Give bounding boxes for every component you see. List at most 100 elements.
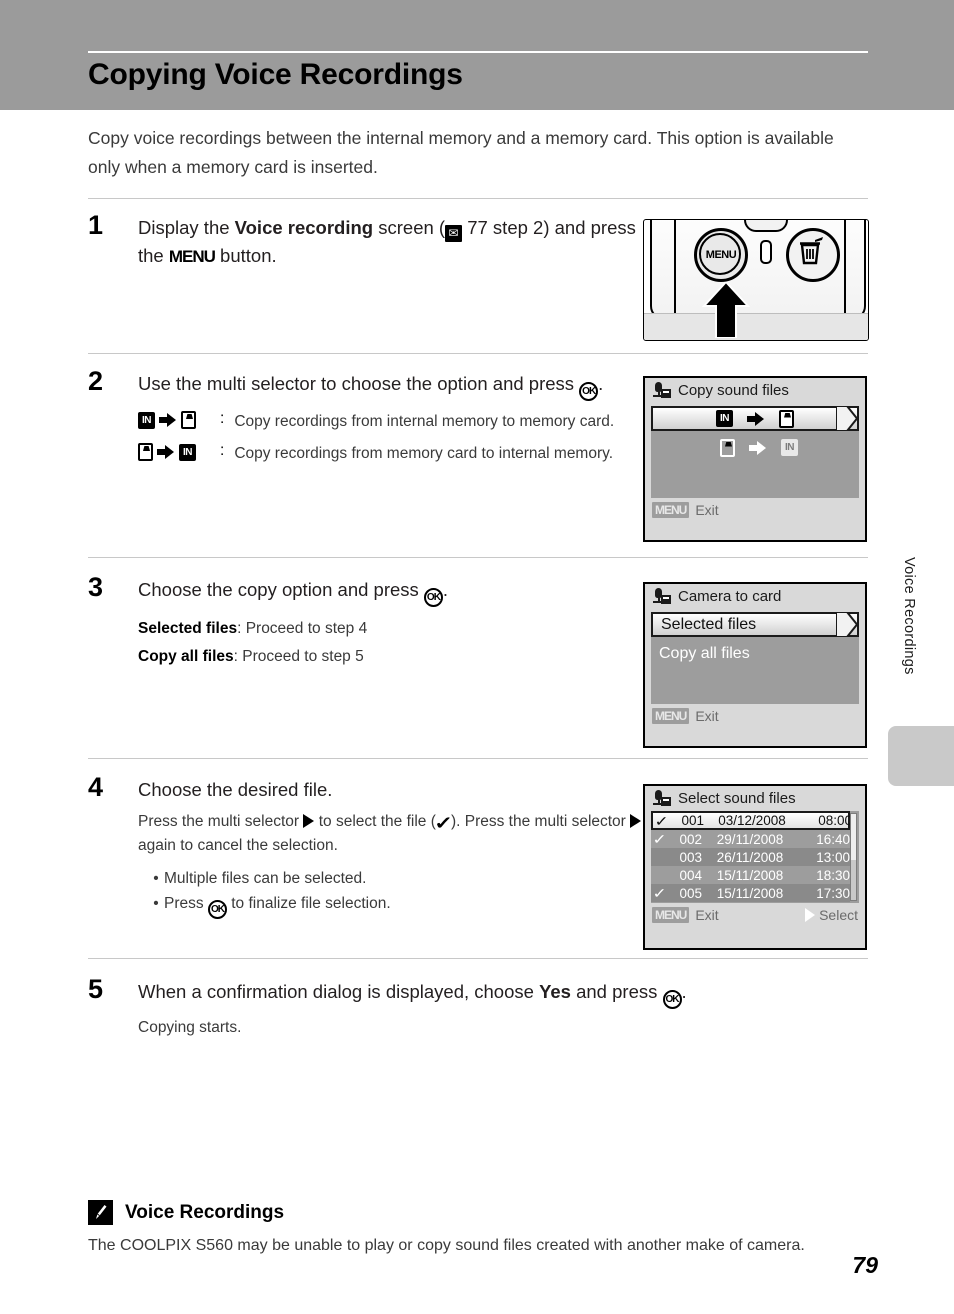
step-2-option-card-to-in: IN : Copy recordings from memory card to… bbox=[138, 442, 648, 465]
step-5-text: When a confirmation dialog is displayed,… bbox=[138, 978, 918, 1009]
option-key-in-to-card: IN bbox=[138, 410, 224, 429]
file-date: 29/11/2008 bbox=[716, 831, 784, 847]
bullet-dot-icon: • bbox=[153, 870, 159, 887]
step-1-text-a: Display the bbox=[138, 217, 235, 238]
step-2-option-in-to-card: IN : Copy recordings from internal memor… bbox=[138, 410, 648, 433]
lcd-footer-select-label: Select bbox=[819, 907, 858, 923]
lcd-title-bar: Camera to card bbox=[645, 584, 865, 609]
page-reference-icon: ✉ bbox=[445, 225, 463, 242]
step-3-line-copy-all-files: Copy all files: Proceed to step 5 bbox=[138, 645, 648, 669]
file-number: 005 bbox=[679, 885, 702, 901]
file-date: 03/12/2008 bbox=[718, 813, 786, 828]
lcd-title-text: Camera to card bbox=[678, 588, 782, 605]
lcd-camera-to-card: Camera to card Selected files Copy all f… bbox=[643, 582, 867, 748]
step-1-text-e: button. bbox=[214, 245, 277, 266]
file-row[interactable]: 004 15/11/2008 18:30 bbox=[651, 866, 850, 884]
file-time: 18:30 bbox=[816, 867, 850, 883]
page-title: Copying Voice Recordings bbox=[88, 58, 463, 91]
step-5: 5 When a confirmation dialog is displaye… bbox=[88, 974, 868, 1040]
divider-step4 bbox=[88, 758, 868, 759]
step-4-body-d: again to cancel the selection. bbox=[138, 837, 338, 854]
lcd-menu-panel: Selected files Copy all files bbox=[651, 612, 859, 704]
step-4-bullet-2-text-b: to finalize file selection. bbox=[226, 895, 391, 912]
option-desc-in-to-card: Copy recordings from internal memory to … bbox=[234, 413, 615, 430]
menu-chip-icon: MENU bbox=[652, 708, 690, 724]
indicator-lamp bbox=[760, 240, 772, 264]
delete-trash-button bbox=[786, 228, 840, 282]
step-5-text-a: When a confirmation dialog is displayed,… bbox=[138, 981, 540, 1002]
ok-button-icon: OK bbox=[423, 588, 443, 607]
step-4-number: 4 bbox=[88, 772, 104, 802]
step-5-sub: Copying starts. bbox=[138, 1019, 242, 1036]
scrollbar-thumb[interactable] bbox=[851, 814, 856, 860]
header-band bbox=[0, 0, 954, 110]
file-list-scrollbar[interactable] bbox=[850, 813, 857, 901]
step-2-text: Use the multi selector to choose the opt… bbox=[138, 370, 648, 401]
step-4-bullet-2-wrapper: Press OK to finalize file selection. bbox=[164, 891, 391, 919]
file-check-icon: ✓ bbox=[652, 885, 667, 901]
camera-edge-line-left bbox=[674, 220, 676, 318]
step-4-bullet-1-text: Multiple files can be selected. bbox=[164, 870, 367, 887]
lcd-row-in-to-card[interactable]: IN bbox=[651, 406, 859, 431]
lcd-footer-exit-label: Exit bbox=[695, 708, 719, 724]
lcd-row-label-copy-all-files: Copy all files bbox=[659, 644, 750, 662]
menu-button-glyph: MENU bbox=[168, 247, 216, 266]
file-row[interactable]: ✓ 001 03/12/2008 08:00 bbox=[651, 811, 852, 830]
menu-button-label: MENU bbox=[705, 249, 737, 261]
trash-icon bbox=[800, 237, 823, 265]
footnote-title: Voice Recordings bbox=[125, 1202, 285, 1223]
file-row[interactable]: ✓ 002 29/11/2008 16:40 bbox=[651, 830, 850, 848]
step-4-bullet-2-text-a: Press bbox=[164, 895, 208, 912]
step-5-text-c: . bbox=[681, 981, 687, 1002]
pencil-note-icon bbox=[88, 1200, 113, 1225]
multi-selector-right-icon bbox=[303, 814, 315, 828]
camera-edge-line-right bbox=[844, 220, 846, 318]
menu-chip-icon: MENU bbox=[652, 907, 690, 923]
arrow-right-icon bbox=[747, 411, 765, 426]
file-row[interactable]: ✓ 005 15/11/2008 17:30 bbox=[651, 884, 850, 902]
step-2-text-b: . bbox=[598, 373, 604, 394]
file-time: 08:00 bbox=[818, 813, 852, 828]
lcd-row-selected-files[interactable]: Selected files bbox=[651, 612, 859, 637]
press-direction-arrow bbox=[702, 282, 750, 338]
step-4-body: Press the multi selector to select the f… bbox=[138, 810, 648, 858]
step-4-body-c: ). Press the multi selector bbox=[450, 813, 631, 830]
memory-card-icon bbox=[181, 411, 196, 429]
option-key-card-to-in: IN bbox=[138, 442, 224, 461]
lcd-title-bar: Copy sound files bbox=[645, 378, 865, 403]
camera-body: MENU bbox=[650, 220, 866, 320]
memory-card-icon bbox=[720, 438, 735, 457]
lcd-row-icons-card-to-in: IN bbox=[659, 438, 859, 457]
microphone-card-icon bbox=[652, 587, 671, 606]
option-desc-card-to-in: Copy recordings from memory card to inte… bbox=[234, 445, 614, 462]
step-1-text: Display the Voice recording screen (✉ 77… bbox=[138, 214, 648, 270]
file-date: 15/11/2008 bbox=[716, 867, 784, 883]
intro-paragraph: Copy voice recordings between the intern… bbox=[88, 128, 834, 177]
divider-step2 bbox=[88, 353, 868, 354]
file-number: 003 bbox=[679, 849, 702, 865]
ok-button-icon: OK bbox=[662, 990, 682, 1009]
ok-button-icon: OK bbox=[579, 382, 599, 401]
arrow-right-icon bbox=[157, 445, 175, 459]
check-mark-icon: ✓ bbox=[434, 813, 453, 833]
internal-memory-icon: IN bbox=[716, 410, 733, 427]
lcd-row-card-to-in[interactable]: IN bbox=[651, 435, 859, 460]
step-3-text-a: Choose the copy option and press bbox=[138, 579, 424, 600]
file-time: 17:30 bbox=[816, 885, 850, 901]
file-row[interactable]: 003 26/11/2008 13:00 bbox=[651, 848, 850, 866]
header-rule bbox=[88, 51, 868, 53]
option-colon-1: : bbox=[220, 410, 225, 427]
microphone-card-icon bbox=[652, 381, 671, 400]
page-number: 79 bbox=[852, 1252, 878, 1278]
bullet-dot-icon: • bbox=[153, 895, 159, 912]
lcd-title-bar: Select sound files bbox=[645, 786, 865, 811]
lcd-row-copy-all-files[interactable]: Copy all files bbox=[651, 641, 859, 666]
step-4-body-a: Press the multi selector bbox=[138, 813, 304, 830]
arrow-right-icon bbox=[159, 413, 177, 427]
file-time: 13:00 bbox=[816, 849, 850, 865]
camera-figure-base bbox=[644, 313, 868, 340]
lcd-footer-select-group: Select bbox=[805, 907, 858, 923]
arrow-right-icon bbox=[749, 440, 767, 455]
step-1-number: 1 bbox=[88, 210, 104, 240]
macro-flower-button bbox=[744, 220, 788, 232]
